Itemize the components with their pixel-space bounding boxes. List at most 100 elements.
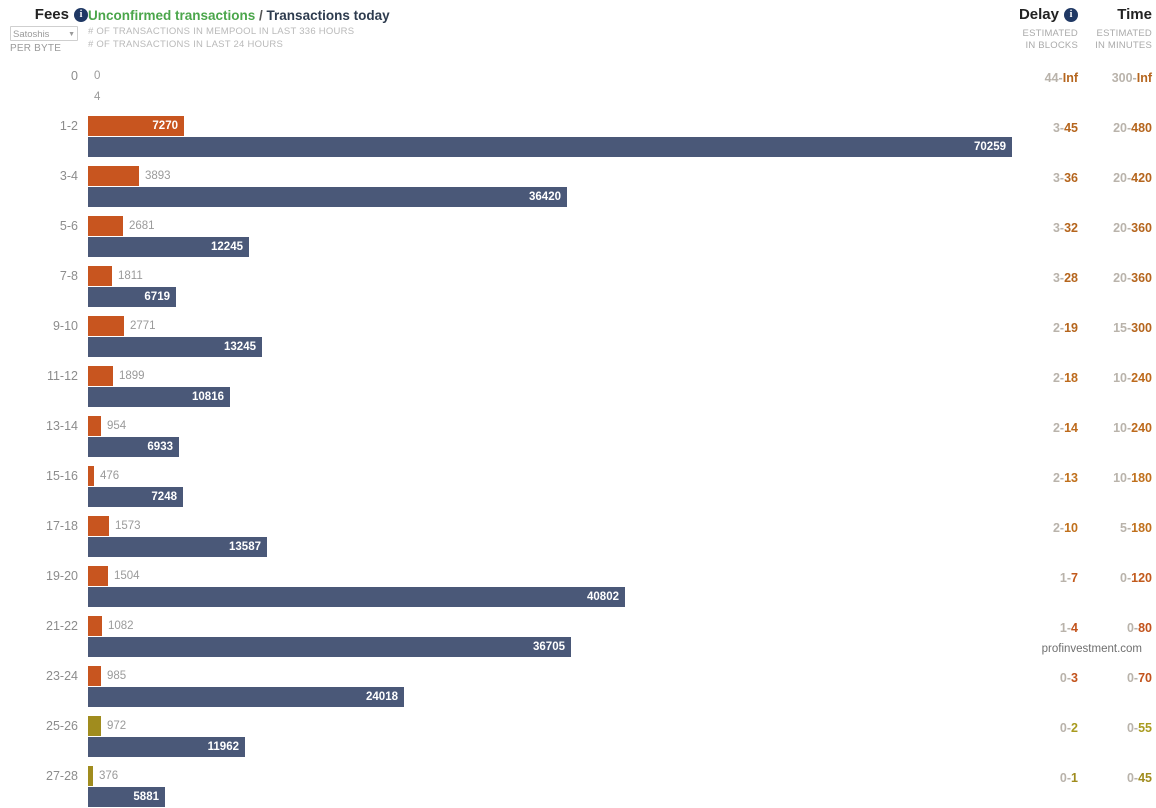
today-bar-value: 11962: [207, 741, 239, 753]
time-value: 0-55: [1126, 721, 1152, 735]
delay-value: 3-32: [1052, 221, 1078, 235]
unconfirmed-bar-value: 972: [107, 720, 127, 732]
today-bar[interactable]: [88, 587, 625, 607]
today-bar[interactable]: [88, 187, 567, 207]
today-bar-value: 6933: [147, 441, 173, 453]
unconfirmed-bar[interactable]: [88, 266, 112, 286]
chart-row: 25-26 972 11962 0-2 0-55: [0, 708, 1156, 758]
unconfirmed-bar-value: 376: [99, 770, 119, 782]
unconfirmed-bar[interactable]: [88, 516, 109, 536]
today-bar-value: 40802: [587, 591, 619, 603]
unconfirmed-bar-wrapper: 2681: [88, 216, 1012, 236]
time-title: Time: [1117, 6, 1152, 24]
time-value: 20-360: [1113, 271, 1152, 285]
unconfirmed-bar[interactable]: [88, 716, 101, 736]
unconfirmed-bar-wrapper: 1811: [88, 266, 1012, 286]
unconfirmed-bar[interactable]: [88, 366, 113, 386]
fee-unit-select[interactable]: ▼ Satoshis: [10, 26, 78, 41]
delay-value: 3-45: [1052, 121, 1078, 135]
today-bar-wrapper: 36420: [88, 187, 1012, 207]
unconfirmed-bar-value: 2681: [129, 220, 155, 232]
today-bar[interactable]: [88, 137, 1012, 157]
unconfirmed-bar-wrapper: 376: [88, 766, 1012, 786]
unconfirmed-bar[interactable]: [88, 666, 101, 686]
fee-range-label: 5-6: [59, 219, 78, 233]
unconfirmed-bar[interactable]: [88, 316, 124, 336]
fee-range-label: 17-18: [46, 519, 78, 533]
bar-group: 954 6933: [88, 416, 1012, 457]
today-bar-value: 6719: [144, 291, 170, 303]
today-bar-value: 10816: [192, 391, 224, 403]
time-value: 20-360: [1113, 221, 1152, 235]
info-icon[interactable]: i: [1064, 7, 1078, 22]
time-value: 0-80: [1126, 621, 1152, 635]
time-value: 0-120: [1120, 571, 1152, 585]
today-bar-value: 4: [94, 91, 101, 103]
delay-value: 1-7: [1059, 571, 1078, 585]
delay-column-header: Delay i ESTIMATED IN BLOCKS: [1000, 6, 1078, 52]
legend-subtitle-today: # OF TRANSACTIONS IN LAST 24 HOURS: [88, 39, 284, 50]
bar-group: 2681 12245: [88, 216, 1012, 257]
chart-row: 15-16 476 7248 2-13 10-180: [0, 458, 1156, 508]
unconfirmed-bar-wrapper: 1504: [88, 566, 1012, 586]
delay-value: 3-28: [1052, 271, 1078, 285]
today-bar-wrapper: 70259: [88, 137, 1012, 157]
unconfirmed-bar-value: 0: [94, 70, 101, 82]
unconfirmed-bar-value: 1899: [119, 370, 145, 382]
unconfirmed-bar[interactable]: [88, 216, 123, 236]
time-value: 15-300: [1113, 321, 1152, 335]
fee-range-label: 11-12: [46, 369, 78, 383]
chart-row: 27-28 376 5881 0-1 0-45: [0, 758, 1156, 808]
fee-range-label: 3-4: [59, 169, 78, 183]
bar-group: 972 11962: [88, 716, 1012, 757]
legend-unconfirmed-label[interactable]: Unconfirmed transactions: [88, 8, 255, 23]
today-bar-value: 13587: [229, 541, 261, 553]
delay-value: 0-3: [1059, 671, 1078, 685]
time-column-header: Time ESTIMATED IN MINUTES: [1080, 6, 1152, 52]
unconfirmed-bar-wrapper: 3893: [88, 166, 1012, 186]
fee-range-label: 15-16: [46, 469, 78, 483]
time-value: 10-180: [1113, 471, 1152, 485]
bar-group: 7270 70259: [88, 116, 1012, 157]
chart-row: 17-18 1573 13587 2-10 5-180: [0, 508, 1156, 558]
bar-group: 2771 13245: [88, 316, 1012, 357]
today-bar[interactable]: [88, 687, 404, 707]
today-bar-wrapper: 5881: [88, 787, 1012, 807]
today-bar-wrapper: 12245: [88, 237, 1012, 257]
today-bar-wrapper: 13245: [88, 337, 1012, 357]
bar-group: 476 7248: [88, 466, 1012, 507]
bar-group: 3893 36420: [88, 166, 1012, 207]
time-subtitle-2: IN MINUTES: [1095, 40, 1152, 51]
fee-range-label: 25-26: [46, 719, 78, 733]
time-value: 20-480: [1113, 121, 1152, 135]
chart-row: 5-6 2681 12245 3-32 20-360: [0, 208, 1156, 258]
unconfirmed-bar[interactable]: [88, 416, 101, 436]
unconfirmed-bar-wrapper: 972: [88, 716, 1012, 736]
time-value: 10-240: [1113, 421, 1152, 435]
today-bar-wrapper: 10816: [88, 387, 1012, 407]
unconfirmed-bar-wrapper: 2771: [88, 316, 1012, 336]
unconfirmed-bar-wrapper: 1573: [88, 516, 1012, 536]
legend-subtitle-mempool: # OF TRANSACTIONS IN MEMPOOL IN LAST 336…: [88, 26, 355, 37]
delay-value: 2-13: [1052, 471, 1078, 485]
unconfirmed-bar-wrapper: 476: [88, 466, 1012, 486]
unconfirmed-bar-value: 1504: [114, 570, 140, 582]
today-bar-value: 24018: [366, 691, 398, 703]
unconfirmed-bar[interactable]: [88, 166, 139, 186]
unconfirmed-bar-value: 954: [107, 420, 127, 432]
info-icon[interactable]: i: [74, 7, 88, 22]
today-bar-wrapper: 24018: [88, 687, 1012, 707]
unconfirmed-bar-value: 7270: [152, 120, 178, 132]
time-value: 300-Inf: [1111, 71, 1152, 85]
unconfirmed-bar[interactable]: [88, 566, 108, 586]
delay-value: 1-4: [1059, 621, 1078, 635]
chevron-down-icon: ▼: [68, 31, 75, 38]
today-bar-wrapper: 6719: [88, 287, 1012, 307]
legend-today-label[interactable]: Transactions today: [267, 8, 390, 23]
delay-value: 2-10: [1052, 521, 1078, 535]
time-value: 20-420: [1113, 171, 1152, 185]
today-bar-wrapper: 7248: [88, 487, 1012, 507]
today-bar-value: 5881: [133, 791, 159, 803]
today-bar-value: 7248: [151, 491, 177, 503]
unconfirmed-bar[interactable]: [88, 616, 102, 636]
